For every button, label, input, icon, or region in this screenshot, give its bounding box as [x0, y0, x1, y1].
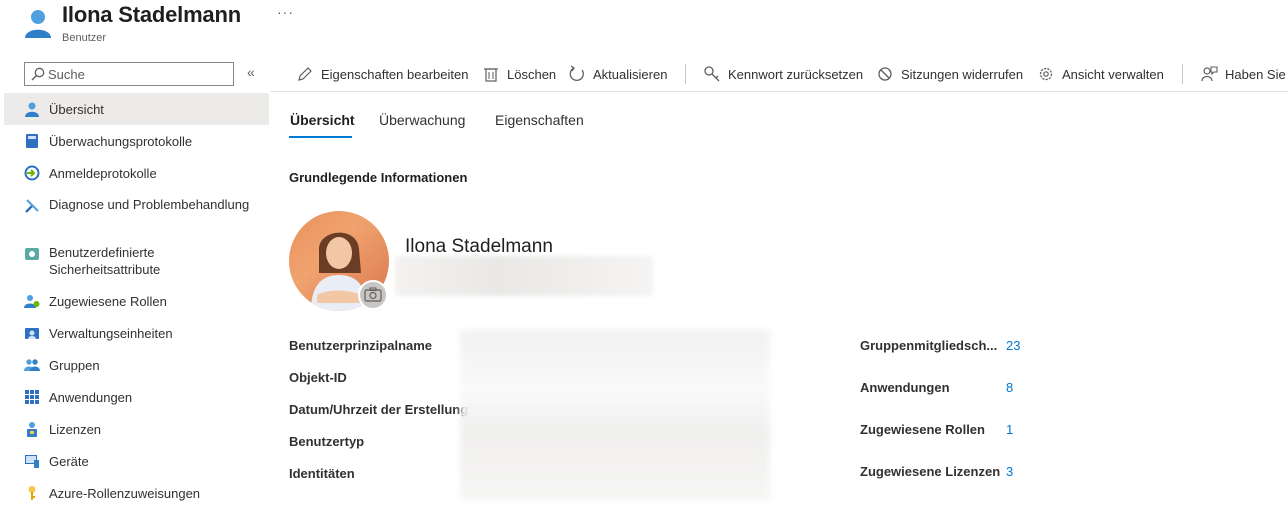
sidebar-item-admin-units[interactable]: Verwaltungseinheiten	[4, 317, 269, 349]
sidebar-item-custom-security-attributes[interactable]: Benutzerdefinierte Sicherheitsattribute	[4, 237, 269, 285]
refresh-button[interactable]: Aktualisieren	[568, 64, 667, 84]
profile-name: Ilona Stadelmann	[405, 236, 553, 257]
sidebar-item-label: Übersicht	[49, 102, 104, 117]
block-icon	[878, 67, 892, 81]
sidebar-item-diagnose[interactable]: Diagnose und Problembehandlung	[4, 189, 269, 237]
redacted-values	[460, 330, 770, 500]
admin-units-icon	[25, 328, 39, 339]
trash-icon	[484, 68, 498, 82]
license-icon	[27, 422, 37, 437]
sidebar-item-devices[interactable]: Geräte	[4, 445, 269, 477]
stat-value-applications[interactable]: 8	[1006, 380, 1013, 395]
sidebar-item-label: Überwachungsprotokolle	[49, 134, 193, 149]
search-icon	[31, 67, 45, 81]
page-header: Ilona Stadelmann ··· Benutzer	[0, 0, 1288, 56]
stat-label-assigned-roles: Zugewiesene Rollen	[860, 422, 985, 437]
tab-monitoring[interactable]: Überwachung	[379, 112, 465, 128]
tab-overview[interactable]: Übersicht	[290, 112, 355, 128]
user-icon	[25, 102, 39, 117]
user-icon	[25, 10, 51, 38]
toolbar-separator	[685, 64, 686, 84]
sidebar-item-label: Benutzerdefinierte Sicherheitsattribute	[49, 245, 161, 277]
sidebar-item-label: Lizenzen	[49, 422, 102, 437]
sidebar-item-azure-role-assignments[interactable]: Azure-Rollenzuweisungen	[4, 477, 269, 507]
stat-label-assigned-licenses: Zugewiesene Lizenzen	[860, 464, 1001, 479]
page-title: Ilona Stadelmann	[62, 2, 241, 27]
sidebar-item-assigned-roles[interactable]: Zugewiesene Rollen	[4, 285, 269, 317]
sidebar-item-licenses[interactable]: Lizenzen	[4, 413, 269, 445]
gear-icon	[1039, 67, 1053, 81]
reset-password-button[interactable]: Kennwort zurücksetzen	[703, 64, 863, 84]
pencil-icon	[298, 67, 312, 81]
sidebar-item-label: Verwaltungseinheiten	[49, 326, 173, 341]
property-label-created: Datum/Uhrzeit der Erstellung	[289, 402, 469, 417]
manage-view-button[interactable]: Ansicht verwalten	[1037, 64, 1164, 84]
wrench-icon	[25, 199, 39, 213]
page-subtitle: Benutzer	[62, 32, 107, 44]
sidebar-item-label: Azure-Rollenzuweisungen	[49, 486, 201, 501]
sidebar-item-overview[interactable]: Übersicht	[4, 93, 269, 125]
sidebar-item-label: Zugewiesene Rollen	[49, 294, 167, 309]
stat-value-assigned-licenses[interactable]: 3	[1006, 464, 1013, 479]
stat-value-assigned-roles[interactable]: 1	[1006, 422, 1013, 437]
camera-icon	[364, 287, 382, 302]
sidebar-item-groups[interactable]: Gruppen	[4, 349, 269, 381]
property-label-object-id: Objekt-ID	[289, 370, 347, 385]
edit-properties-button[interactable]: Eigenschaften bearbeiten	[296, 64, 468, 84]
revoke-sessions-button[interactable]: Sitzungen widerrufen	[876, 64, 1023, 84]
change-photo-button[interactable]	[358, 280, 388, 310]
command-bar: Eigenschaften bearbeiten Löschen Aktuali…	[270, 56, 1288, 92]
sidebar-item-applications[interactable]: Anwendungen	[4, 381, 269, 413]
search-input[interactable]	[48, 65, 228, 83]
property-label-upn: Benutzerprinzipalname	[289, 338, 433, 353]
tab-properties[interactable]: Eigenschaften	[495, 112, 584, 128]
stat-label-group-memberships: Gruppenmitgliedsch...	[860, 338, 998, 353]
toolbar-separator	[1182, 64, 1183, 84]
more-options-button[interactable]: ···	[277, 4, 294, 20]
redacted-email	[395, 256, 653, 296]
apps-grid-icon	[25, 390, 39, 404]
stat-value-group-memberships[interactable]: 23	[1006, 338, 1020, 353]
sidebar-item-label: Gruppen	[49, 358, 100, 373]
sidebar-item-sign-in-logs[interactable]: Anmeldeprotokolle	[4, 157, 269, 189]
key-icon	[28, 486, 36, 500]
refresh-icon	[569, 65, 584, 82]
delete-button[interactable]: Löschen	[482, 64, 556, 84]
stat-label-applications: Anwendungen	[860, 380, 950, 395]
devices-icon	[25, 455, 39, 468]
sidebar-item-label: Anmeldeprotokolle	[49, 166, 157, 181]
sidebar-item-label: Geräte	[49, 454, 89, 469]
sidebar-item-audit-logs[interactable]: Überwachungsprotokolle	[4, 125, 269, 157]
feedback-icon	[1201, 66, 1218, 82]
sign-in-icon	[24, 165, 40, 181]
search-box[interactable]	[24, 62, 234, 86]
property-label-user-type: Benutzertyp	[289, 434, 365, 449]
groups-icon	[24, 359, 40, 371]
key-icon	[704, 66, 720, 82]
feedback-button[interactable]: Haben Sie	[1200, 64, 1286, 84]
attribute-icon	[25, 248, 39, 260]
section-title: Grundlegende Informationen	[289, 170, 468, 185]
property-label-identities: Identitäten	[289, 466, 355, 481]
roles-icon	[24, 295, 40, 308]
sidebar-item-label: Diagnose und Problembehandlung	[49, 197, 250, 212]
book-icon	[26, 134, 38, 148]
sidebar-item-label: Anwendungen	[49, 390, 133, 405]
collapse-sidebar-button[interactable]: «	[247, 64, 255, 80]
active-tab-indicator	[289, 136, 352, 138]
